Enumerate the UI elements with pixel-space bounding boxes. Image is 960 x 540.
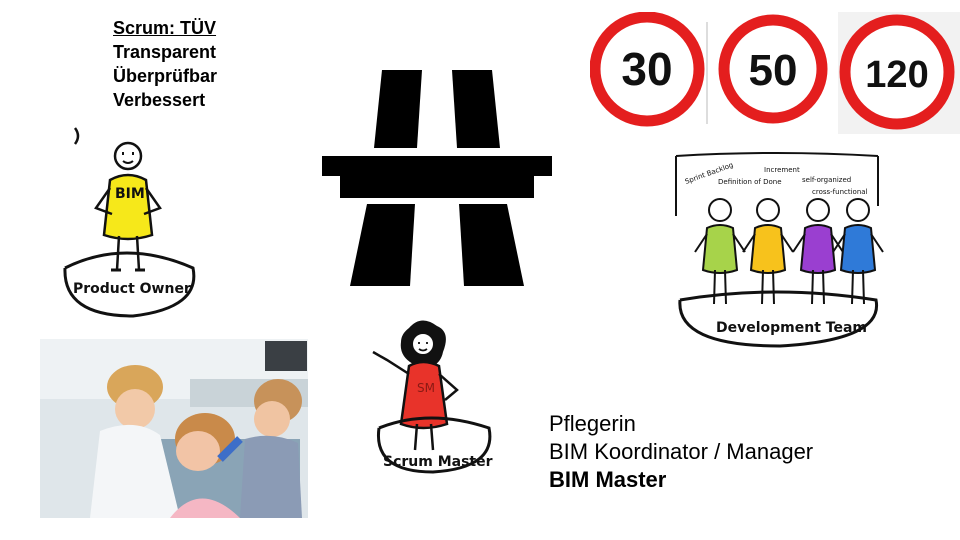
development-team-sketch: Sprint Backlog Increment Definition of D… — [675, 152, 884, 348]
dev-word-cross-functional: cross-functional — [812, 188, 868, 196]
po-shirt-text: BIM — [115, 186, 145, 202]
svg-text:120: 120 — [865, 54, 928, 96]
tuev-item-verifiable: Überprüfbar — [113, 66, 218, 86]
roles-block: Pflegerin BIM Koordinator / Manager BIM … — [549, 410, 813, 494]
dev-word-dod: Definition of Done — [718, 178, 782, 186]
scrum-master-sketch: SM Scrum Master — [372, 320, 493, 474]
dev-word-increment: Increment — [764, 166, 800, 174]
sm-shirt-text: SM — [417, 381, 435, 395]
product-owner-label: Product Owner — [73, 281, 191, 297]
svg-text:50: 50 — [749, 46, 798, 95]
dev-team-member-4 — [832, 198, 884, 305]
role-bim-master: BIM Master — [549, 467, 667, 492]
speed-sign-120: 120 — [839, 14, 955, 130]
scrum-master-label: Scrum Master — [383, 454, 493, 470]
dev-team-member-3 — [792, 198, 844, 305]
scrum-tuev-block: Scrum: TÜV Transparent Überprüfbar Verbe… — [113, 16, 217, 112]
speed-signs: 30 50 120 — [590, 12, 960, 134]
motorway-icon — [322, 70, 552, 286]
dev-team-member-2 — [742, 198, 794, 305]
role-bim-koordinator: BIM Koordinator / Manager — [549, 439, 814, 464]
speed-sign-30: 30 — [590, 12, 705, 127]
po-shirt — [102, 173, 154, 241]
dev-team-member-1 — [694, 198, 746, 305]
tuev-item-improved: Verbessert — [113, 90, 206, 110]
scrum-tuev-heading: Scrum: TÜV — [113, 18, 217, 38]
speed-sign-50: 50 — [718, 14, 828, 124]
development-team-label: Development Team — [716, 320, 867, 336]
role-pflegerin: Pflegerin — [549, 411, 636, 436]
dental-play-photo — [40, 339, 308, 518]
tuev-item-transparent: Transparent — [113, 42, 217, 62]
svg-text:30: 30 — [621, 43, 672, 95]
dev-word-self-organized: self-organized — [802, 176, 851, 184]
product-owner-sketch: BIM Product Owner — [63, 127, 196, 318]
